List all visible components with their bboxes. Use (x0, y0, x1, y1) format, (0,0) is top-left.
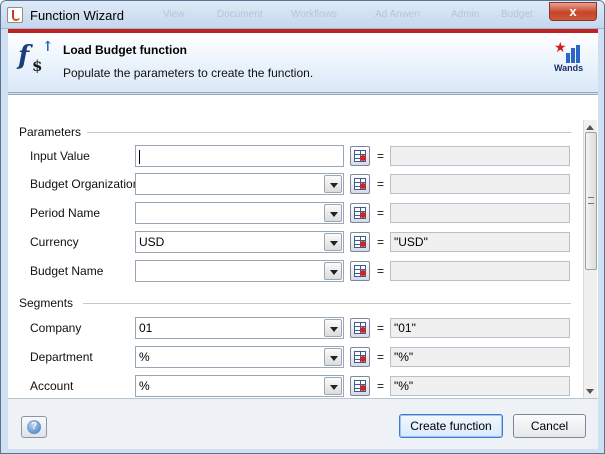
currency-combo[interactable]: USD (135, 231, 344, 253)
close-icon: x (569, 4, 577, 19)
java-app-icon (7, 7, 23, 23)
account-picker-button[interactable] (350, 376, 370, 396)
budget-name-combo[interactable] (135, 260, 344, 282)
function-dollar-icon: f $ ↑ (18, 39, 54, 75)
vertical-scrollbar[interactable] (583, 120, 597, 399)
account-result: "%" (390, 376, 570, 396)
label-currency: Currency (30, 235, 79, 249)
background-menu-hint: Budget (501, 9, 533, 20)
equals-sign: = (377, 206, 385, 220)
wizard-header: f $ ↑ Load Budget function Populate the pa… (8, 29, 598, 93)
budget-organization-picker-button[interactable] (350, 174, 370, 194)
budget-name-picker-button[interactable] (350, 261, 370, 281)
label-account: Account (30, 379, 74, 393)
label-department: Department (30, 350, 93, 364)
period-name-result (390, 203, 570, 223)
company-combo[interactable]: 01 (135, 317, 344, 339)
equals-sign: = (377, 379, 385, 393)
budget-name-result (390, 261, 570, 281)
equals-sign: = (377, 321, 385, 335)
help-button[interactable]: ? (21, 416, 47, 438)
wands-label: Wands (554, 63, 584, 73)
section-title-segments: Segments (19, 296, 74, 310)
section-title-parameters: Parameters (19, 125, 82, 139)
currency-picker-button[interactable] (350, 232, 370, 252)
equals-sign: = (377, 235, 385, 249)
background-menu-hint: Ad Anwen (375, 9, 421, 20)
label-company: Company (30, 321, 82, 335)
department-result: "%" (390, 347, 570, 367)
label-budget-name: Budget Name (30, 264, 104, 278)
chevron-down-icon[interactable] (324, 319, 342, 337)
input-value-field[interactable] (135, 145, 344, 167)
department-picker-button[interactable] (350, 347, 370, 367)
chevron-down-icon[interactable] (324, 175, 342, 193)
header-subtitle: Populate the parameters to create the fu… (63, 66, 314, 80)
help-icon: ? (27, 420, 41, 434)
period-name-combo[interactable] (135, 202, 344, 224)
equals-sign: = (377, 149, 385, 163)
window-title: Function Wizard (30, 8, 124, 23)
text-caret (139, 149, 140, 164)
wizard-content: Parameters Input Value = Budget Organiza… (8, 94, 598, 399)
equals-sign: = (377, 264, 385, 278)
background-menu-hint: Document (217, 9, 263, 20)
account-combo[interactable]: % (135, 375, 344, 397)
chevron-down-icon[interactable] (324, 233, 342, 251)
equals-sign: = (377, 177, 385, 191)
company-picker-button[interactable] (350, 318, 370, 338)
title-bar[interactable]: Function Wizard View Document Workflows … (1, 1, 604, 29)
budget-organization-result (390, 174, 570, 194)
chevron-down-icon[interactable] (324, 262, 342, 280)
chevron-down-icon[interactable] (324, 204, 342, 222)
input-value-result (390, 146, 570, 166)
background-menu-hint: Admin (451, 9, 480, 20)
scrollbar-thumb[interactable] (585, 132, 597, 270)
background-menu-hint: View (163, 9, 185, 20)
input-value-picker-button[interactable] (350, 146, 370, 166)
label-input-value: Input Value (30, 149, 90, 163)
section-divider (83, 303, 571, 304)
wizard-footer: ? Create function Cancel (8, 398, 598, 449)
scroll-down-icon[interactable] (586, 389, 594, 394)
chevron-down-icon[interactable] (324, 377, 342, 395)
wands-logo: ★ Wands (554, 39, 588, 75)
chevron-down-icon[interactable] (324, 348, 342, 366)
star-icon: ★ (554, 39, 567, 55)
header-title: Load Budget function (63, 43, 187, 57)
scroll-up-icon[interactable] (586, 125, 594, 130)
period-name-picker-button[interactable] (350, 203, 370, 223)
budget-organization-combo[interactable] (135, 173, 344, 195)
label-budget-organization: Budget Organization (30, 177, 140, 191)
currency-result: "USD" (390, 232, 570, 252)
background-menu-hint: Workflows (291, 9, 337, 20)
function-wizard-window: Function Wizard View Document Workflows … (0, 0, 605, 454)
company-result: "01" (390, 318, 570, 338)
equals-sign: = (377, 350, 385, 364)
label-period-name: Period Name (30, 206, 101, 220)
department-combo[interactable]: % (135, 346, 344, 368)
section-divider (87, 132, 571, 133)
close-button[interactable]: x (549, 2, 597, 21)
create-function-button[interactable]: Create function (399, 414, 503, 438)
cancel-button[interactable]: Cancel (513, 414, 586, 438)
